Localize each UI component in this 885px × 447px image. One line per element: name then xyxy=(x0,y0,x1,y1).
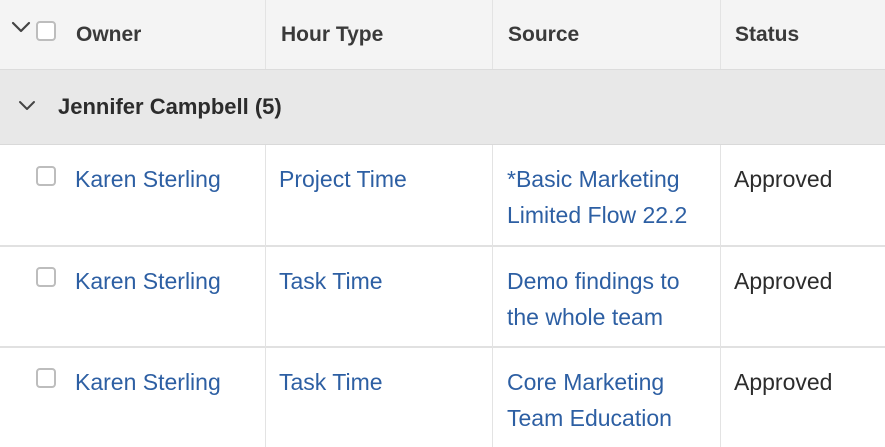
hour-type-link[interactable]: Task Time xyxy=(279,247,383,299)
source-line: the whole team xyxy=(507,304,663,330)
column-header-status[interactable]: Status xyxy=(735,0,799,69)
source-line: Core Marketing xyxy=(507,369,665,395)
row-checkbox[interactable] xyxy=(36,166,56,186)
column-header-hour-type[interactable]: Hour Type xyxy=(281,0,383,69)
table-row: Karen Sterling Project Time *Basic Marke… xyxy=(0,145,885,247)
owner-link[interactable]: Karen Sterling xyxy=(75,348,221,400)
chevron-down-icon[interactable] xyxy=(18,100,36,112)
table-row: Karen Sterling Task Time Demo findings t… xyxy=(0,247,885,348)
row-checkbox[interactable] xyxy=(36,267,56,287)
source-line: Team Education xyxy=(507,405,672,431)
chevron-down-icon[interactable] xyxy=(11,20,31,34)
select-all-checkbox[interactable] xyxy=(36,21,56,41)
column-divider xyxy=(720,145,721,447)
source-link[interactable]: *Basic Marketing Limited Flow 22.2 xyxy=(507,145,687,233)
status-text: Approved xyxy=(734,166,833,192)
owner-link[interactable]: Karen Sterling xyxy=(75,145,221,197)
source-link[interactable]: Demo findings to the whole team xyxy=(507,247,680,335)
status-text: Approved xyxy=(734,268,833,294)
group-row[interactable]: Jennifer Campbell (5) xyxy=(0,70,885,145)
source-line: Demo findings to xyxy=(507,268,680,294)
owner-link[interactable]: Karen Sterling xyxy=(75,247,221,299)
table-header: Owner Hour Type Source Status xyxy=(0,0,885,70)
column-divider xyxy=(265,145,266,447)
hour-type-link[interactable]: Project Time xyxy=(279,145,407,197)
column-divider[interactable] xyxy=(492,0,493,69)
column-header-owner[interactable]: Owner xyxy=(76,0,141,69)
hour-type-link[interactable]: Task Time xyxy=(279,348,383,400)
hours-table: Owner Hour Type Source Status Jennifer C… xyxy=(0,0,885,447)
column-divider[interactable] xyxy=(265,0,266,69)
column-header-source[interactable]: Source xyxy=(508,0,579,69)
status-text: Approved xyxy=(734,369,833,395)
source-line: *Basic Marketing xyxy=(507,166,680,192)
column-divider xyxy=(492,145,493,447)
group-label: Jennifer Campbell (5) xyxy=(58,94,282,119)
table-row: Karen Sterling Task Time Core Marketing … xyxy=(0,348,885,447)
source-link[interactable]: Core Marketing Team Education xyxy=(507,348,672,436)
source-line: Limited Flow 22.2 xyxy=(507,202,688,228)
column-divider[interactable] xyxy=(720,0,721,69)
row-checkbox[interactable] xyxy=(36,368,56,388)
